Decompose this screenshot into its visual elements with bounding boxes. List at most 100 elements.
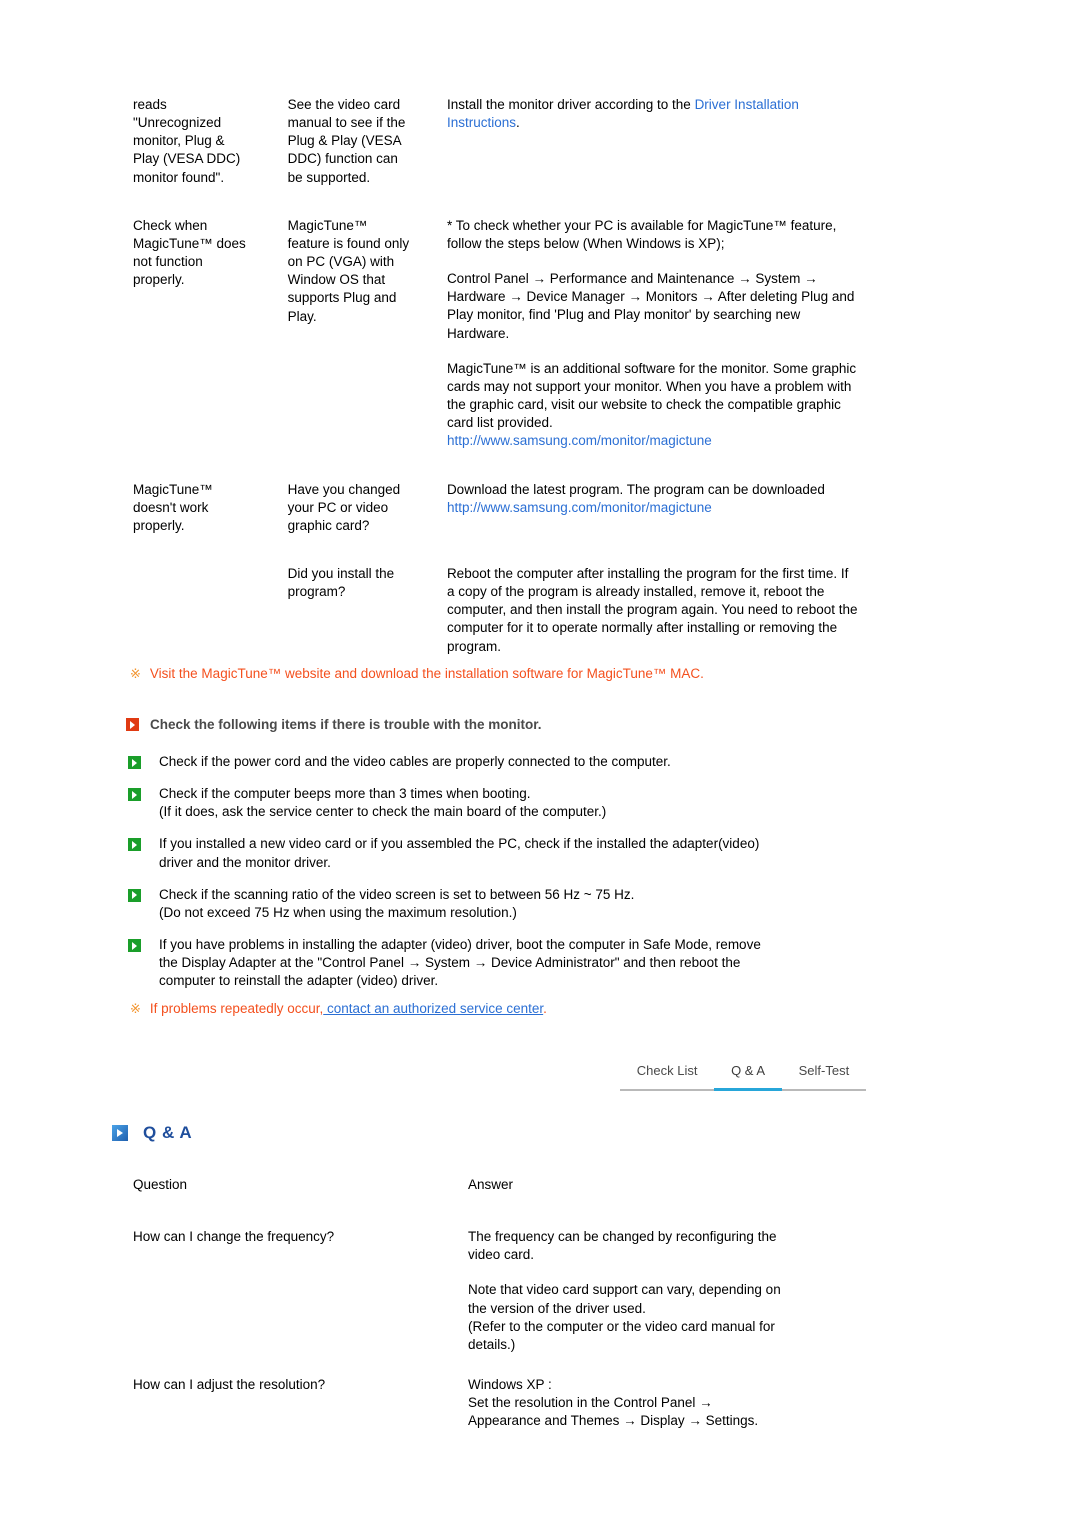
paragraph: The frequency can be changed by reconfig… (468, 1228, 868, 1264)
check-list-item: Check if the scanning ratio of the video… (128, 886, 868, 922)
qa-column-header-question: Question (133, 1177, 188, 1192)
notice-service-tail: . (543, 1001, 547, 1016)
text-line: If you have problems in installing the a… (159, 937, 761, 953)
checklist-cell: See the video card manual to see if the Pl… (288, 96, 447, 187)
text-line: reads (133, 97, 167, 112)
text-line: Check if the power cord and the video ca… (159, 754, 671, 769)
green-play-bullet-icon (128, 838, 141, 852)
text-line: Check if the computer beeps more than 3 … (159, 786, 531, 802)
qa-table: Question Answer How can I change the frequ… (133, 1176, 868, 1453)
text-line: manual to see if the (287, 115, 406, 131)
text-line: driver and the monitor driver. (159, 854, 331, 870)
paragraph: * To check whether your PC is available … (446, 217, 837, 251)
qa-section-title: Q & A (143, 1123, 193, 1142)
text-line: Check when (133, 217, 208, 233)
text-line: Note that video card support can vary, d… (468, 1282, 781, 1298)
check-list-item: Check if the computer beeps more than 3 … (128, 785, 868, 821)
check-list-item: If you installed a new video card or if … (128, 835, 868, 871)
table-row: Check when MagicTune™ does not function pro… (133, 187, 868, 451)
symptom-cell (133, 535, 288, 656)
solution-cell: Reboot the computer after installing the… (447, 535, 868, 656)
paragraph: Download the latest program. The program… (446, 481, 825, 515)
notice-magictune-mac: ※ Visit the MagicTune™ website and downlo… (130, 665, 704, 683)
blue-play-bullet-icon (112, 1125, 128, 1142)
text-line: feature is found only (287, 235, 410, 251)
check-list-item-text: If you installed a new video card or if … (159, 835, 759, 871)
qa-table-row: How can I adjust the resolution? Windows … (133, 1376, 868, 1452)
inline-link[interactable]: Driver Installation Instructions (447, 97, 799, 130)
text-line: See the video card (287, 97, 401, 112)
checklist-cell: Did you install the program? (288, 535, 447, 656)
text-line: not function (133, 254, 203, 270)
paragraph: Control Panel → Performance and Maintena… (446, 271, 855, 341)
tab-q-a[interactable]: Q & A (714, 1058, 782, 1092)
checklist-cell: MagicTune™ feature is found only on PC (VG… (288, 187, 447, 451)
section-header-text: Check the following items if there is tr… (150, 717, 542, 732)
paragraph: Windows XP : Set the resolution in the Co… (468, 1376, 868, 1430)
trouble-check-list: Check if the power cord and the video ca… (128, 753, 868, 1005)
text-line: the version of the driver used. (468, 1300, 646, 1316)
qa-question-cell: How can I adjust the resolution? (133, 1377, 326, 1393)
text-line: Did you install the (287, 565, 395, 581)
text-line: supports Plug and (287, 290, 397, 306)
tab-self-test[interactable]: Self-Test (782, 1058, 866, 1091)
text-line: program? (287, 584, 346, 600)
qa-section-header: Q & A (112, 1122, 192, 1145)
checklist-cell: Have you changed your PC or video graphic … (288, 451, 447, 535)
text-line: graphic card? (287, 517, 370, 533)
text-line: MagicTune™ (133, 481, 213, 497)
text-line: Play (VESA DDC) (133, 151, 241, 167)
notice-service-lead: If problems repeatedly occur, (149, 1001, 324, 1016)
troubleshooting-table: reads "Unrecognized monitor, Plug & Play (V… (133, 96, 868, 656)
qa-answer-cell: Windows XP : Set the resolution in the Co… (468, 1376, 868, 1452)
text-line: the Display Adapter at the "Control Pane… (159, 955, 741, 971)
solution-cell: Download the latest program. The program… (447, 451, 868, 535)
inline-link[interactable]: http://www.samsung.com/monitor/magictune (447, 500, 712, 515)
tab-check-list[interactable]: Check List (620, 1058, 714, 1091)
text-line: monitor, Plug & (133, 133, 225, 149)
section-header-check-items: Check the following items if there is tr… (126, 716, 542, 734)
url-link[interactable]: http://www.samsung.com/monitor/magictune (447, 433, 712, 448)
check-list-item-text: Check if the power cord and the video ca… (159, 753, 671, 771)
text-line: properly. (133, 517, 185, 533)
paragraph: Reboot the computer after installing the… (446, 565, 858, 654)
green-play-bullet-icon (128, 756, 141, 769)
qa-question-cell: How can I change the frequency? (133, 1229, 335, 1245)
text-line: monitor found". (133, 169, 225, 185)
green-play-bullet-icon (128, 788, 141, 802)
solution-cell: * To check whether your PC is available … (447, 187, 868, 451)
text-line: your PC or video (287, 499, 389, 515)
qa-answer-cell: The frequency can be changed by reconfig… (468, 1228, 868, 1376)
check-list-item-text: Check if the computer beeps more than 3 … (159, 785, 606, 821)
table-row: reads "Unrecognized monitor, Plug & Play (V… (133, 96, 868, 187)
symptom-cell: MagicTune™ doesn't work properly. (133, 451, 288, 535)
text-line: MagicTune™ does (133, 235, 246, 251)
document-page: reads "Unrecognized monitor, Plug & Play (V… (0, 0, 1080, 1528)
qa-column-header-answer: Answer (468, 1177, 514, 1192)
solution-cell: Install the monitor driver according to … (447, 96, 868, 187)
check-list-item-text: Check if the scanning ratio of the video… (159, 886, 634, 922)
qa-header-row: Question Answer (133, 1176, 868, 1228)
text-line: details.) (468, 1336, 516, 1352)
text-line: on PC (VGA) with (287, 254, 395, 270)
notice-service-center: ※ If problems repeatedly occur, contact a… (130, 1000, 547, 1018)
paragraph: MagicTune™ is an additional software for… (446, 360, 857, 449)
text-line: DDC) function can (287, 151, 398, 167)
table-row: Did you install the program? Reboot the co… (133, 535, 868, 656)
text-line: Appearance and Themes → Display → Settin… (468, 1413, 759, 1429)
text-line: MagicTune™ (287, 217, 368, 233)
symptom-cell: reads "Unrecognized monitor, Plug & Play (V… (133, 96, 288, 187)
reference-mark-icon: ※ (130, 1001, 141, 1016)
text-line: computer to reinstall the adapter (video… (159, 973, 439, 989)
text-line: If you installed a new video card or if … (159, 836, 760, 852)
symptom-cell: Check when MagicTune™ does not function pro… (133, 187, 288, 451)
text-line: Check if the scanning ratio of the video… (159, 886, 635, 902)
reference-mark-icon: ※ (130, 666, 141, 681)
text-line: (Do not exceed 75 Hz when using the maxi… (159, 904, 517, 920)
table-row: MagicTune™ doesn't work properly. Have you … (133, 451, 868, 535)
green-play-bullet-icon (128, 939, 141, 953)
service-center-link[interactable]: contact an authorized service center (323, 1001, 543, 1016)
text-line: Window OS that (287, 272, 386, 288)
section-tab-bar[interactable]: Check List Q & A Self-Test (620, 1058, 866, 1092)
paragraph: Note that video card support can vary, d… (468, 1281, 868, 1354)
